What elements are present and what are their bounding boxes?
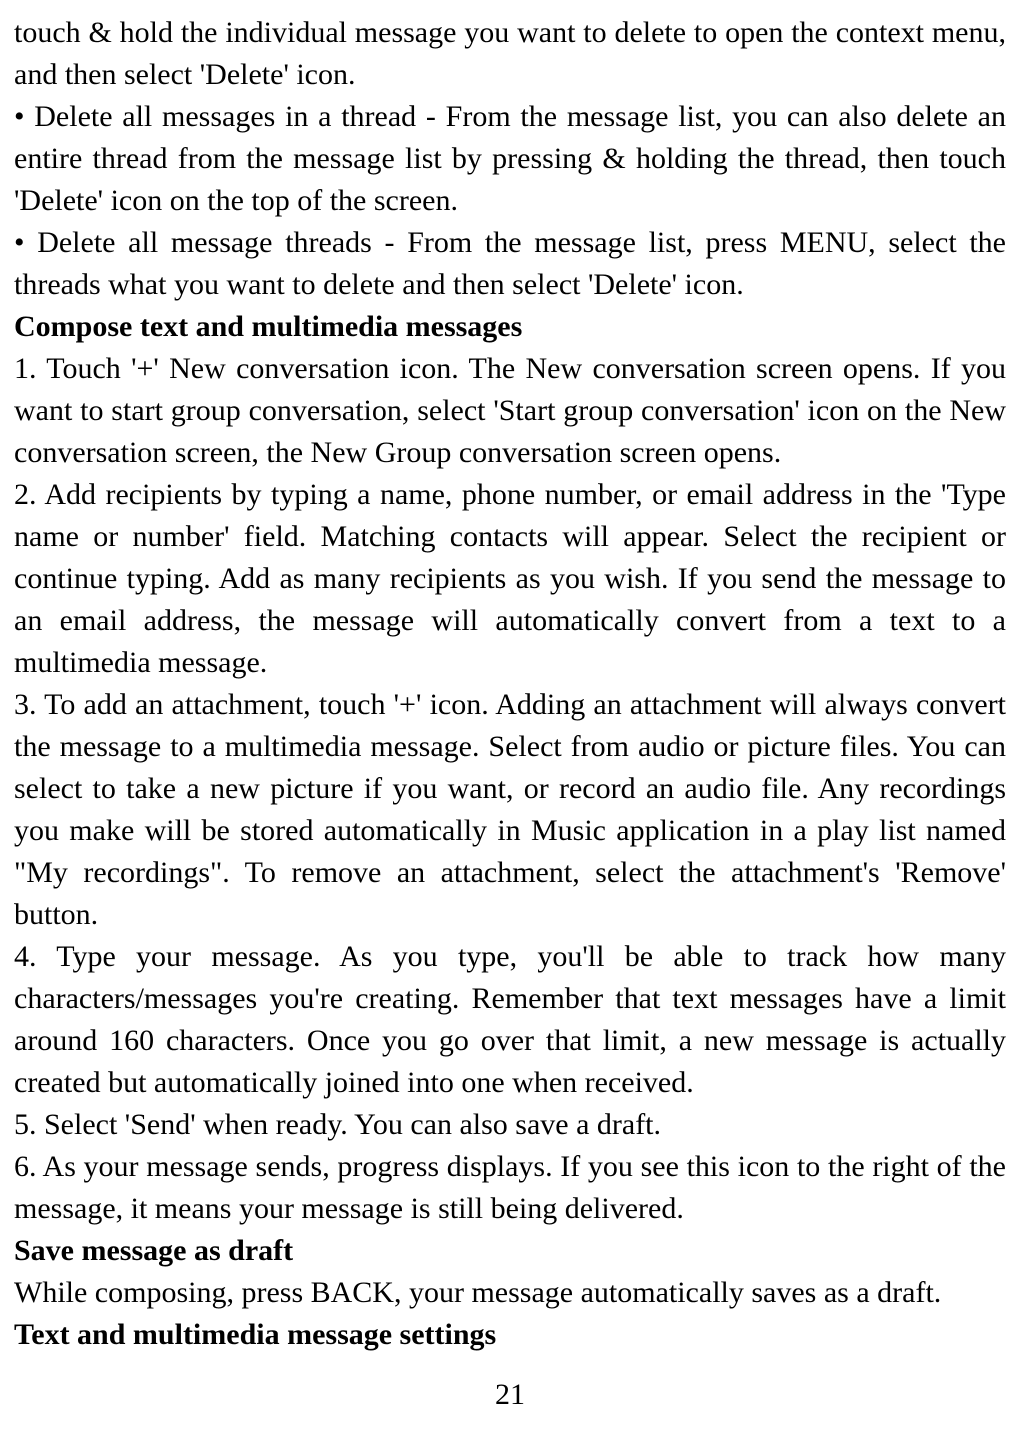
paragraph-step4: 4. Type your message. As you type, you'l… xyxy=(14,936,1006,1104)
paragraph-delete-thread: • Delete all messages in a thread - From… xyxy=(14,96,1006,222)
paragraph-save-draft: While composing, press BACK, your messag… xyxy=(14,1272,1006,1314)
paragraph-step5: 5. Select 'Send' when ready. You can als… xyxy=(14,1104,1006,1146)
paragraph-delete-all-threads: • Delete all message threads - From the … xyxy=(14,222,1006,306)
paragraph-step1: 1. Touch '+' New conversation icon. The … xyxy=(14,348,1006,474)
heading-save-draft: Save message as draft xyxy=(14,1230,1006,1272)
paragraph-step6: 6. As your message sends, progress displ… xyxy=(14,1146,1006,1230)
paragraph-step3: 3. To add an attachment, touch '+' icon.… xyxy=(14,684,1006,936)
heading-settings: Text and multimedia message settings xyxy=(14,1314,1006,1356)
paragraph-delete-individual: touch & hold the individual message you … xyxy=(14,12,1006,96)
heading-compose: Compose text and multimedia messages xyxy=(14,306,1006,348)
paragraph-step2: 2. Add recipients by typing a name, phon… xyxy=(14,474,1006,684)
page-number: 21 xyxy=(0,1374,1020,1416)
